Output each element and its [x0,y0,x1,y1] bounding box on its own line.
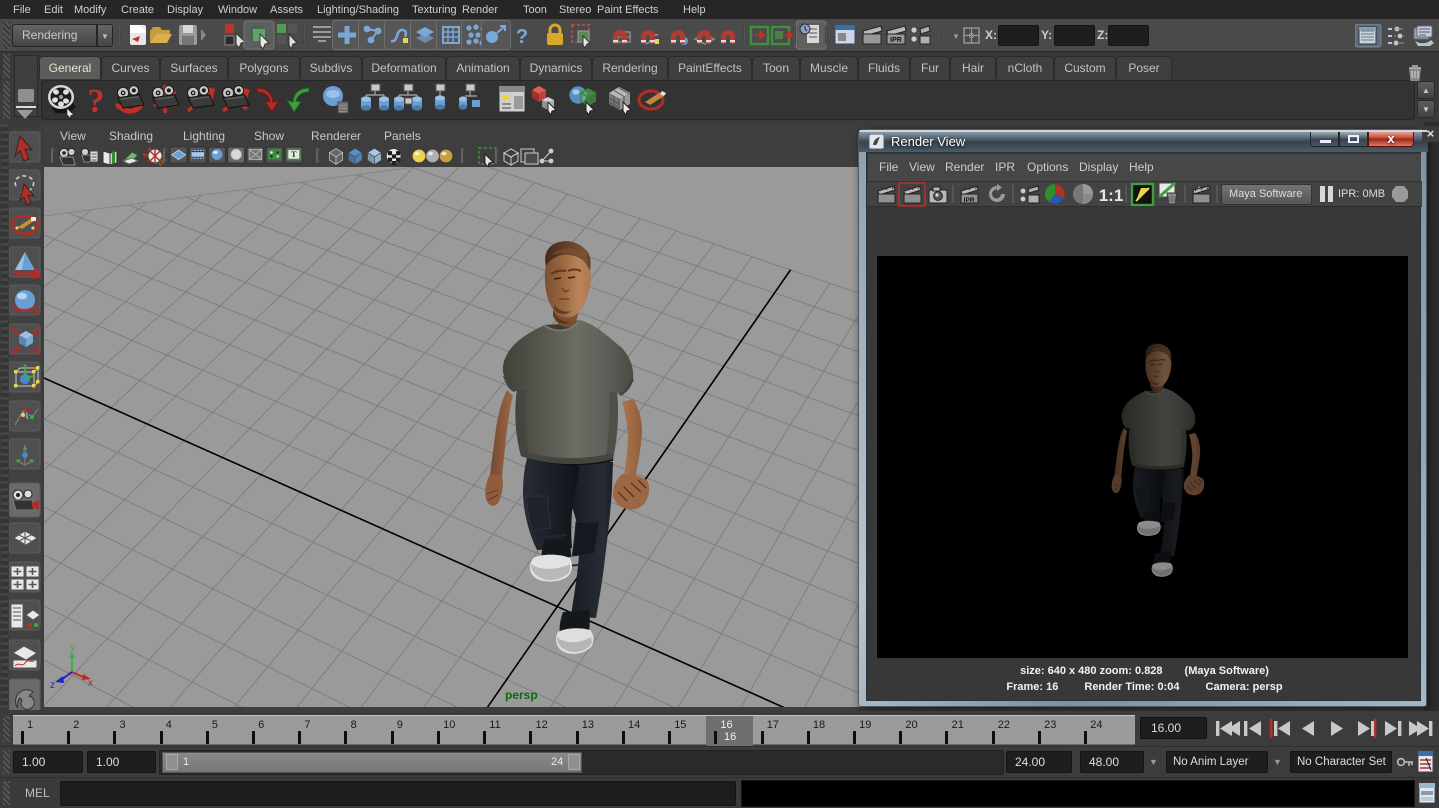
svg-text:y: y [70,642,75,653]
svg-text:1:1: 1:1 [1099,186,1124,205]
svg-text:?: ? [88,83,105,120]
svg-text:“: “ [1198,187,1200,193]
svg-text:z: z [50,680,55,691]
svg-text:persp: persp [505,688,538,702]
svg-text:IPR: IPR [890,37,902,44]
svg-text:?: ? [516,26,528,48]
svg-text:x: x [88,678,93,689]
svg-text:T: T [291,149,297,159]
svg-text:IPR: IPR [964,197,975,204]
